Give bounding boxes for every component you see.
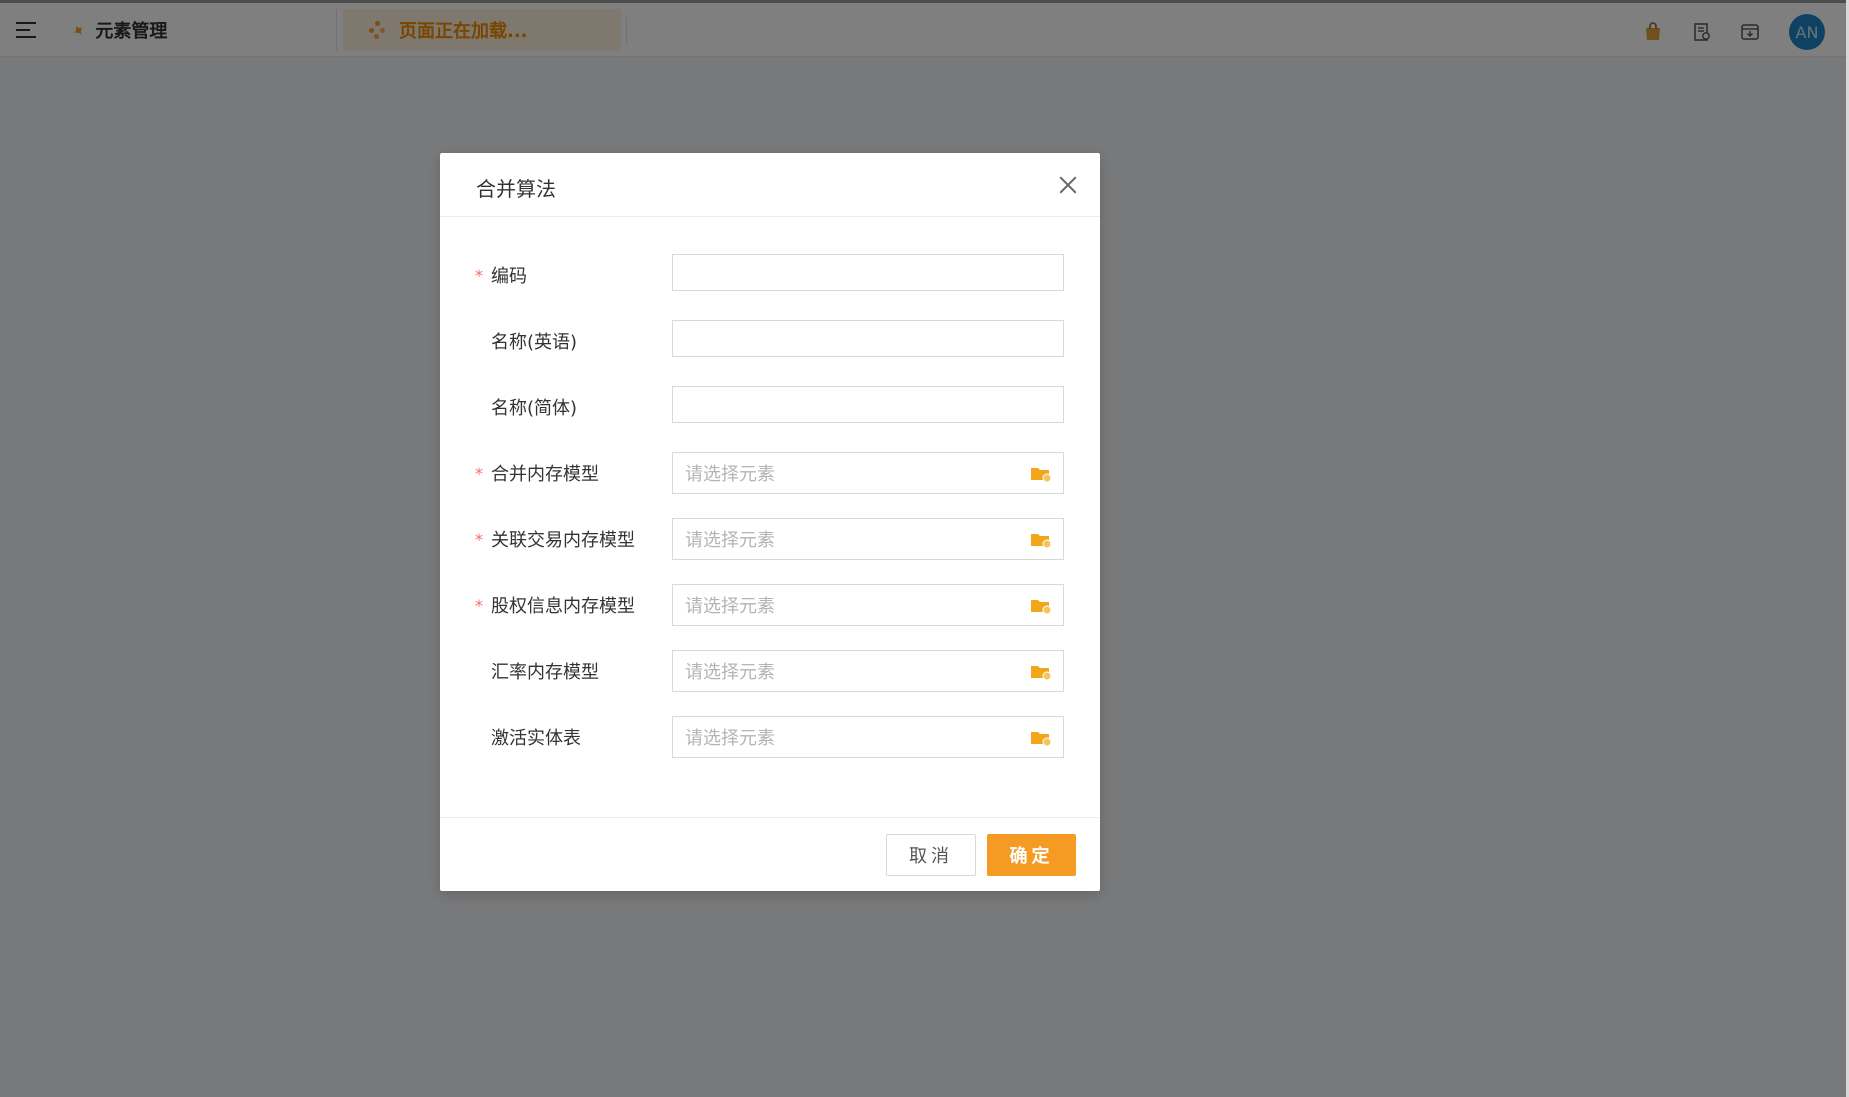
field-label: 汇率内存模型 — [491, 662, 599, 683]
folder-icon[interactable] — [1031, 730, 1051, 746]
select-placeholder: 请选择元素 — [685, 530, 775, 551]
select-placeholder: 请选择元素 — [685, 728, 775, 749]
folder-icon[interactable] — [1031, 466, 1051, 482]
field-label: 股权信息内存模型 — [491, 596, 635, 617]
dialog-header: 合并算法 — [440, 153, 1100, 217]
select-placeholder: 请选择元素 — [685, 596, 775, 617]
form-row-merge-model: * 合并内存模型 请选择元素 — [440, 452, 1100, 494]
field-label: 合并内存模型 — [491, 464, 599, 485]
close-icon[interactable] — [1058, 175, 1078, 195]
confirm-button[interactable]: 确定 — [987, 834, 1076, 876]
merge-algorithm-dialog: 合并算法 * 编码 名称(英语) 名称(简体) * 合并内存模型 请选择元素 *… — [440, 153, 1100, 891]
code-input[interactable] — [672, 254, 1064, 291]
dialog-footer: 取消 确定 — [440, 817, 1100, 891]
field-label: 名称(英语) — [491, 332, 578, 353]
folder-icon[interactable] — [1031, 532, 1051, 548]
field-label: 编码 — [491, 266, 527, 287]
form-row-active-entity-table: 激活实体表 请选择元素 — [440, 716, 1100, 758]
equity-model-select[interactable]: 请选择元素 — [672, 584, 1064, 626]
form-row-exchange-rate-model: 汇率内存模型 请选择元素 — [440, 650, 1100, 692]
folder-icon[interactable] — [1031, 598, 1051, 614]
select-placeholder: 请选择元素 — [685, 464, 775, 485]
name-english-input[interactable] — [672, 320, 1064, 357]
dialog-title: 合并算法 — [476, 177, 556, 201]
field-label: 关联交易内存模型 — [491, 530, 635, 551]
required-mark: * — [475, 266, 483, 285]
select-placeholder: 请选择元素 — [685, 662, 775, 683]
folder-icon[interactable] — [1031, 664, 1051, 680]
form-row-name-en: 名称(英语) — [440, 320, 1100, 360]
merge-model-select[interactable]: 请选择元素 — [672, 452, 1064, 494]
form-row-code: * 编码 — [440, 254, 1100, 294]
form-row-equity-model: * 股权信息内存模型 请选择元素 — [440, 584, 1100, 626]
field-label: 激活实体表 — [491, 728, 581, 749]
form-row-name-zh: 名称(简体) — [440, 386, 1100, 426]
required-mark: * — [475, 596, 483, 615]
active-entity-table-select[interactable]: 请选择元素 — [672, 716, 1064, 758]
cancel-button[interactable]: 取消 — [886, 834, 976, 876]
form-row-related-transaction-model: * 关联交易内存模型 请选择元素 — [440, 518, 1100, 560]
name-simplified-input[interactable] — [672, 386, 1064, 423]
exchange-rate-model-select[interactable]: 请选择元素 — [672, 650, 1064, 692]
required-mark: * — [475, 464, 483, 483]
related-transaction-model-select[interactable]: 请选择元素 — [672, 518, 1064, 560]
field-label: 名称(简体) — [491, 398, 578, 419]
required-mark: * — [475, 530, 483, 549]
